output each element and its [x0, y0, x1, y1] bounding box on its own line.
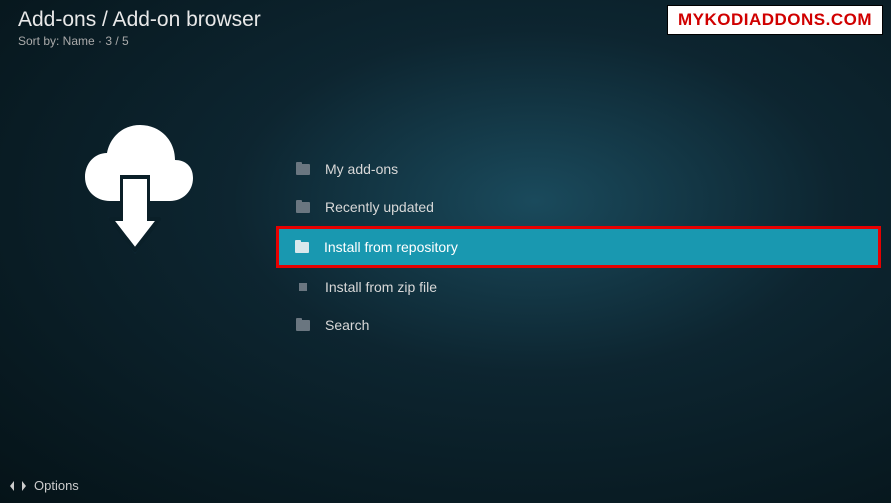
list-item-label: Recently updated — [325, 199, 434, 215]
folder-icon — [295, 319, 311, 332]
header: Add-ons / Add-on browser Sort by: Name ·… — [18, 8, 261, 48]
breadcrumb: Add-ons / Add-on browser — [18, 8, 261, 32]
list-item-label: My add-ons — [325, 161, 398, 177]
folder-icon — [295, 163, 311, 176]
zip-icon — [295, 281, 311, 294]
list-item-install-from-zip[interactable]: Install from zip file — [280, 268, 891, 306]
options-label: Options — [34, 478, 79, 493]
list-item-label: Install from zip file — [325, 279, 437, 295]
footer-options[interactable]: Options — [10, 478, 79, 493]
folder-icon — [294, 241, 310, 254]
options-arrows-icon — [10, 479, 26, 493]
folder-icon — [295, 201, 311, 214]
watermark-badge: MYKODIADDONS.COM — [667, 5, 883, 35]
sort-by-label[interactable]: Sort by: Name · 3 / 5 — [18, 34, 261, 48]
download-cloud-icon — [65, 105, 205, 255]
list-item-search[interactable]: Search — [280, 306, 891, 344]
list-item-install-from-repository[interactable]: Install from repository — [276, 226, 881, 268]
addon-browser-list: My add-ons Recently updated Install from… — [280, 150, 891, 344]
list-item-label: Search — [325, 317, 369, 333]
list-item-recently-updated[interactable]: Recently updated — [280, 188, 891, 226]
list-item-label: Install from repository — [324, 239, 458, 255]
list-item-my-addons[interactable]: My add-ons — [280, 150, 891, 188]
